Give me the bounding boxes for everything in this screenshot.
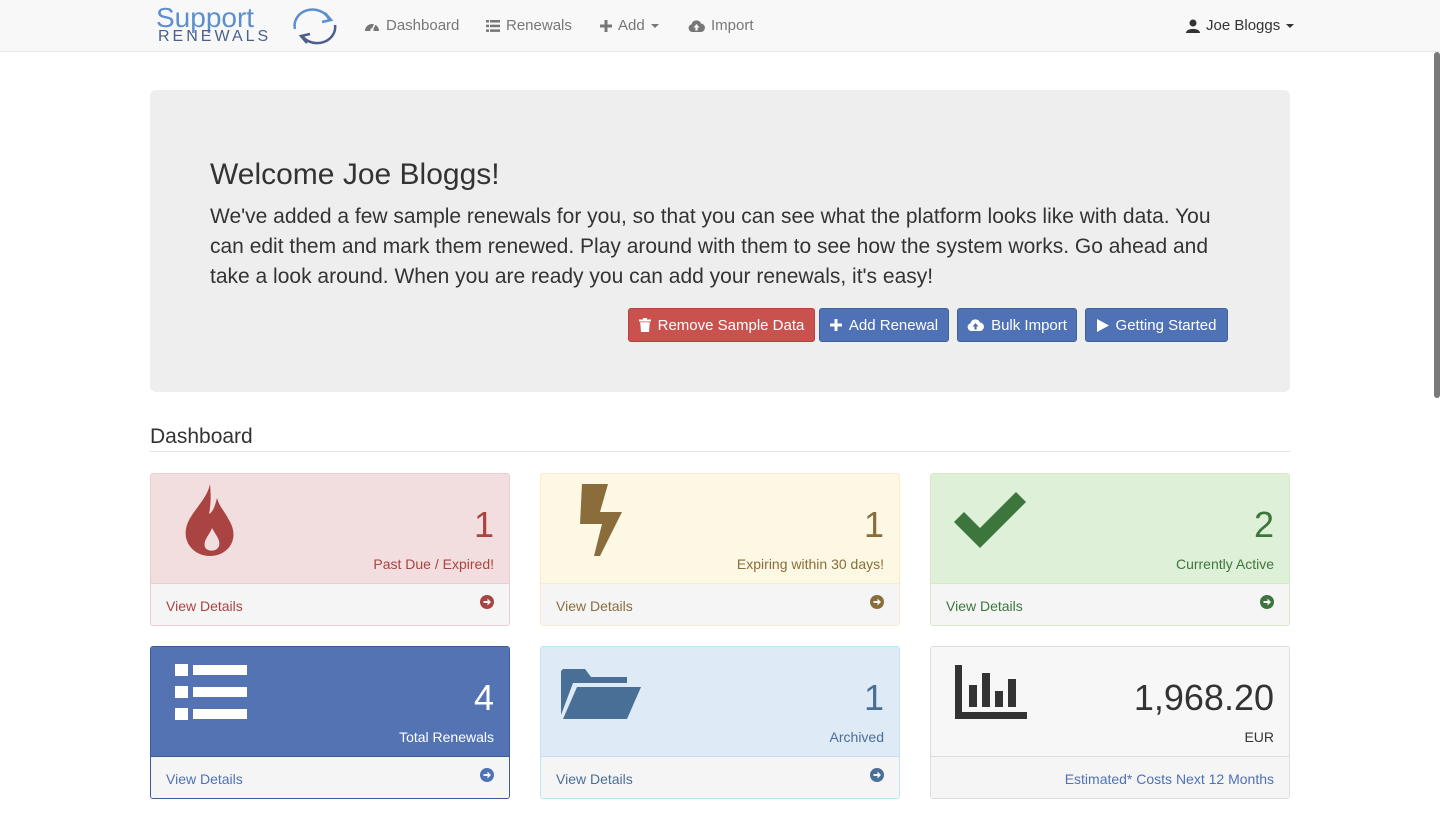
bulk-import-button[interactable]: Bulk Import bbox=[957, 308, 1077, 342]
panel-total: 4 Total Renewals View Details bbox=[150, 646, 510, 799]
expiring-count: 1 bbox=[863, 504, 884, 545]
view-details-link[interactable]: View Details bbox=[556, 771, 633, 787]
add-renewal-label: Add Renewal bbox=[848, 316, 939, 334]
arrow-circle-right-icon[interactable] bbox=[480, 595, 494, 612]
nav-renewals[interactable]: Renewals bbox=[486, 0, 572, 51]
bar-chart-icon bbox=[955, 665, 1027, 724]
arrow-circle-right-icon[interactable] bbox=[1260, 595, 1274, 612]
getting-started-button[interactable]: Getting Started bbox=[1085, 308, 1228, 342]
remove-sample-data-label: Remove Sample Data bbox=[657, 316, 805, 334]
view-details-link[interactable]: View Details bbox=[946, 598, 1023, 614]
list-icon bbox=[175, 664, 247, 725]
getting-started-label: Getting Started bbox=[1115, 316, 1217, 334]
panel-active-header: 2 Currently Active bbox=[931, 474, 1289, 584]
arrow-circle-right-icon[interactable] bbox=[870, 768, 884, 785]
dashboard-icon bbox=[364, 19, 380, 33]
check-icon bbox=[954, 492, 1026, 553]
nav-import-label: Import bbox=[711, 17, 754, 34]
arrow-circle-right-icon[interactable] bbox=[480, 768, 494, 785]
panel-expiring-header: 1 Expiring within 30 days! bbox=[541, 474, 899, 584]
nav-renewals-label: Renewals bbox=[506, 17, 572, 34]
welcome-text: We've added a few sample renewals for yo… bbox=[210, 205, 1211, 288]
panel-archived-footer[interactable]: View Details bbox=[541, 757, 899, 798]
panel-past-due-footer[interactable]: View Details bbox=[151, 584, 509, 625]
folder-open-icon bbox=[561, 665, 641, 724]
remove-sample-data-button[interactable]: Remove Sample Data bbox=[628, 308, 815, 342]
expiring-label: Expiring within 30 days! bbox=[736, 556, 884, 572]
view-details-link[interactable]: View Details bbox=[166, 771, 243, 787]
navbar: Support RENEWALS Dashboard Renewals Add … bbox=[0, 0, 1440, 52]
play-icon bbox=[1096, 318, 1109, 332]
panel-total-header: 4 Total Renewals bbox=[151, 647, 509, 757]
past-due-count: 1 bbox=[473, 504, 494, 545]
page-scrollbar[interactable] bbox=[1434, 52, 1440, 398]
plus-icon bbox=[829, 319, 842, 331]
panel-active-footer[interactable]: View Details bbox=[931, 584, 1289, 625]
plus-icon bbox=[600, 19, 612, 32]
view-details-link[interactable]: View Details bbox=[556, 598, 633, 614]
add-renewal-button[interactable]: Add Renewal bbox=[819, 308, 949, 342]
active-count: 2 bbox=[1253, 504, 1274, 545]
nav-import[interactable]: Import bbox=[688, 0, 754, 51]
caret-down-icon bbox=[1286, 23, 1295, 28]
welcome-title: Welcome Joe Bloggs! bbox=[210, 158, 500, 191]
panel-total-footer[interactable]: View Details bbox=[151, 757, 509, 798]
caret-down-icon bbox=[650, 23, 659, 28]
renew-arrows-icon bbox=[293, 8, 337, 45]
nav-dashboard[interactable]: Dashboard bbox=[364, 0, 459, 51]
welcome-jumbotron: Welcome Joe Bloggs! We've added a few sa… bbox=[150, 90, 1290, 392]
archived-label: Archived bbox=[829, 729, 884, 745]
bulk-import-label: Bulk Import bbox=[991, 316, 1067, 334]
user-icon bbox=[1186, 19, 1200, 33]
costs-value: 1,968.20 bbox=[1133, 677, 1274, 718]
panel-past-due: 1 Past Due / Expired! View Details bbox=[150, 473, 510, 626]
view-details-link[interactable]: View Details bbox=[166, 598, 243, 614]
past-due-label: Past Due / Expired! bbox=[373, 556, 494, 572]
panel-expiring: 1 Expiring within 30 days! View Details bbox=[540, 473, 900, 626]
user-menu[interactable]: Joe Bloggs bbox=[1186, 0, 1295, 51]
panel-costs-header: 1,968.20 EUR bbox=[931, 647, 1289, 757]
divider bbox=[150, 451, 1290, 452]
panel-costs: 1,968.20 EUR Estimated* Costs Next 12 Mo… bbox=[930, 646, 1290, 799]
panel-expiring-footer[interactable]: View Details bbox=[541, 584, 899, 625]
panel-past-due-header: 1 Past Due / Expired! bbox=[151, 474, 509, 584]
panel-archived: 1 Archived View Details bbox=[540, 646, 900, 799]
archived-count: 1 bbox=[863, 677, 884, 718]
dashboard-heading: Dashboard bbox=[150, 425, 253, 448]
user-name: Joe Bloggs bbox=[1206, 17, 1281, 34]
nav-dashboard-label: Dashboard bbox=[386, 17, 460, 34]
arrow-circle-right-icon[interactable] bbox=[870, 595, 884, 612]
trash-icon bbox=[638, 318, 651, 332]
active-label: Currently Active bbox=[1175, 556, 1274, 572]
costs-footer-link[interactable]: Estimated* Costs Next 12 Months bbox=[1065, 771, 1274, 787]
panel-costs-footer[interactable]: Estimated* Costs Next 12 Months bbox=[931, 757, 1289, 798]
total-label: Total Renewals bbox=[399, 729, 494, 745]
cloud-upload-icon bbox=[688, 19, 705, 32]
nav-add-dropdown[interactable]: Add bbox=[600, 0, 659, 51]
bolt-icon bbox=[578, 484, 624, 561]
total-count: 4 bbox=[473, 677, 494, 718]
costs-currency: EUR bbox=[1244, 729, 1274, 745]
cloud-upload-icon bbox=[967, 319, 985, 331]
panel-active: 2 Currently Active View Details bbox=[930, 473, 1290, 626]
panel-archived-header: 1 Archived bbox=[541, 647, 899, 757]
brand-logo[interactable]: Support RENEWALS bbox=[156, 2, 342, 46]
logo-text-bottom: RENEWALS bbox=[158, 28, 272, 45]
nav-add-label: Add bbox=[618, 17, 645, 34]
list-icon bbox=[486, 19, 500, 32]
fire-icon bbox=[183, 484, 237, 561]
